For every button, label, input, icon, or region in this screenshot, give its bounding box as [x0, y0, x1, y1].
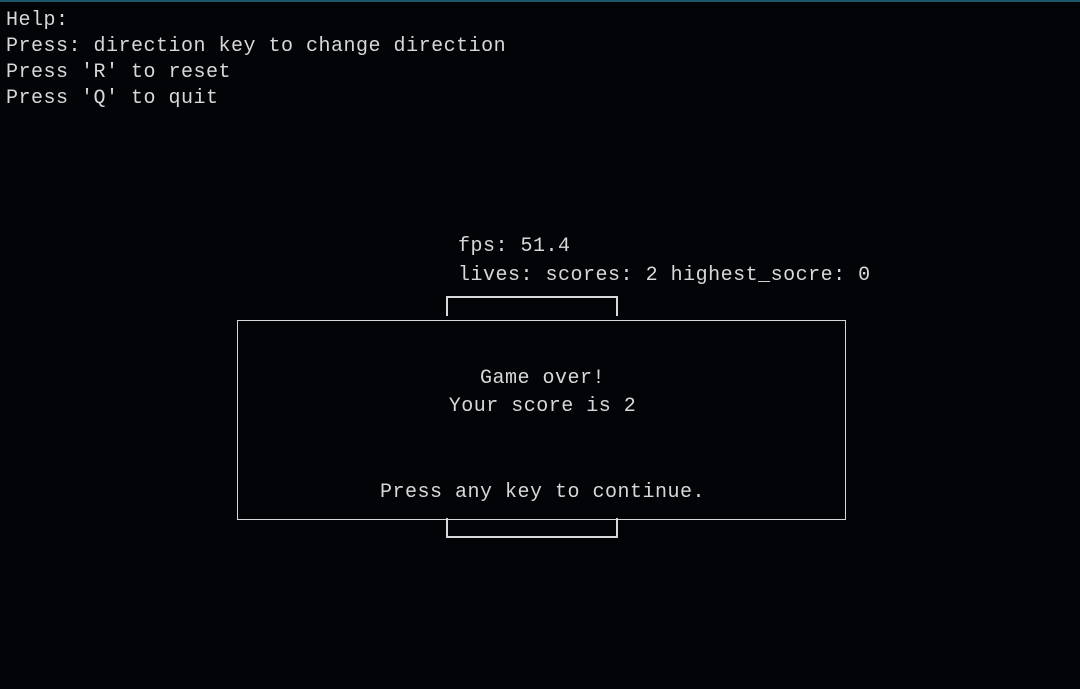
score-line: lives: scores: 2 highest_socre: 0 — [458, 261, 871, 290]
gameover-score-value: 2 — [624, 395, 637, 418]
scores-value: 2 — [646, 264, 659, 287]
help-text-block: Help: Press: direction key to change dir… — [0, 2, 1080, 112]
fps-line: fps: 51.4 — [458, 232, 871, 261]
gameover-prompt: Press any key to continue. — [240, 479, 845, 507]
gameover-title: Game over! — [240, 365, 845, 393]
stats-block: fps: 51.4 lives: scores: 2 highest_socre… — [458, 232, 871, 290]
help-line-direction: Press: direction key to change direction — [6, 34, 1074, 60]
help-line-quit: Press 'Q' to quit — [6, 86, 1074, 112]
highest-label: highest_socre: — [671, 264, 846, 287]
help-line-reset: Press 'R' to reset — [6, 60, 1074, 86]
fps-value: 51.4 — [521, 235, 571, 258]
help-title: Help: — [6, 8, 1074, 34]
lives-label: lives: — [458, 264, 533, 287]
highest-value: 0 — [858, 264, 871, 287]
gameover-score-prefix: Your score is — [449, 395, 612, 418]
gameover-dialog-inner: Game over! Your score is 2 Press any key… — [240, 321, 845, 519]
fps-label: fps: — [458, 235, 508, 258]
gameover-dialog[interactable]: Game over! Your score is 2 Press any key… — [237, 320, 846, 520]
scores-label: scores: — [546, 264, 634, 287]
gameover-score-line: Your score is 2 — [240, 393, 845, 421]
dialog-top-bracket — [446, 296, 618, 316]
dialog-bottom-bracket — [446, 518, 618, 538]
